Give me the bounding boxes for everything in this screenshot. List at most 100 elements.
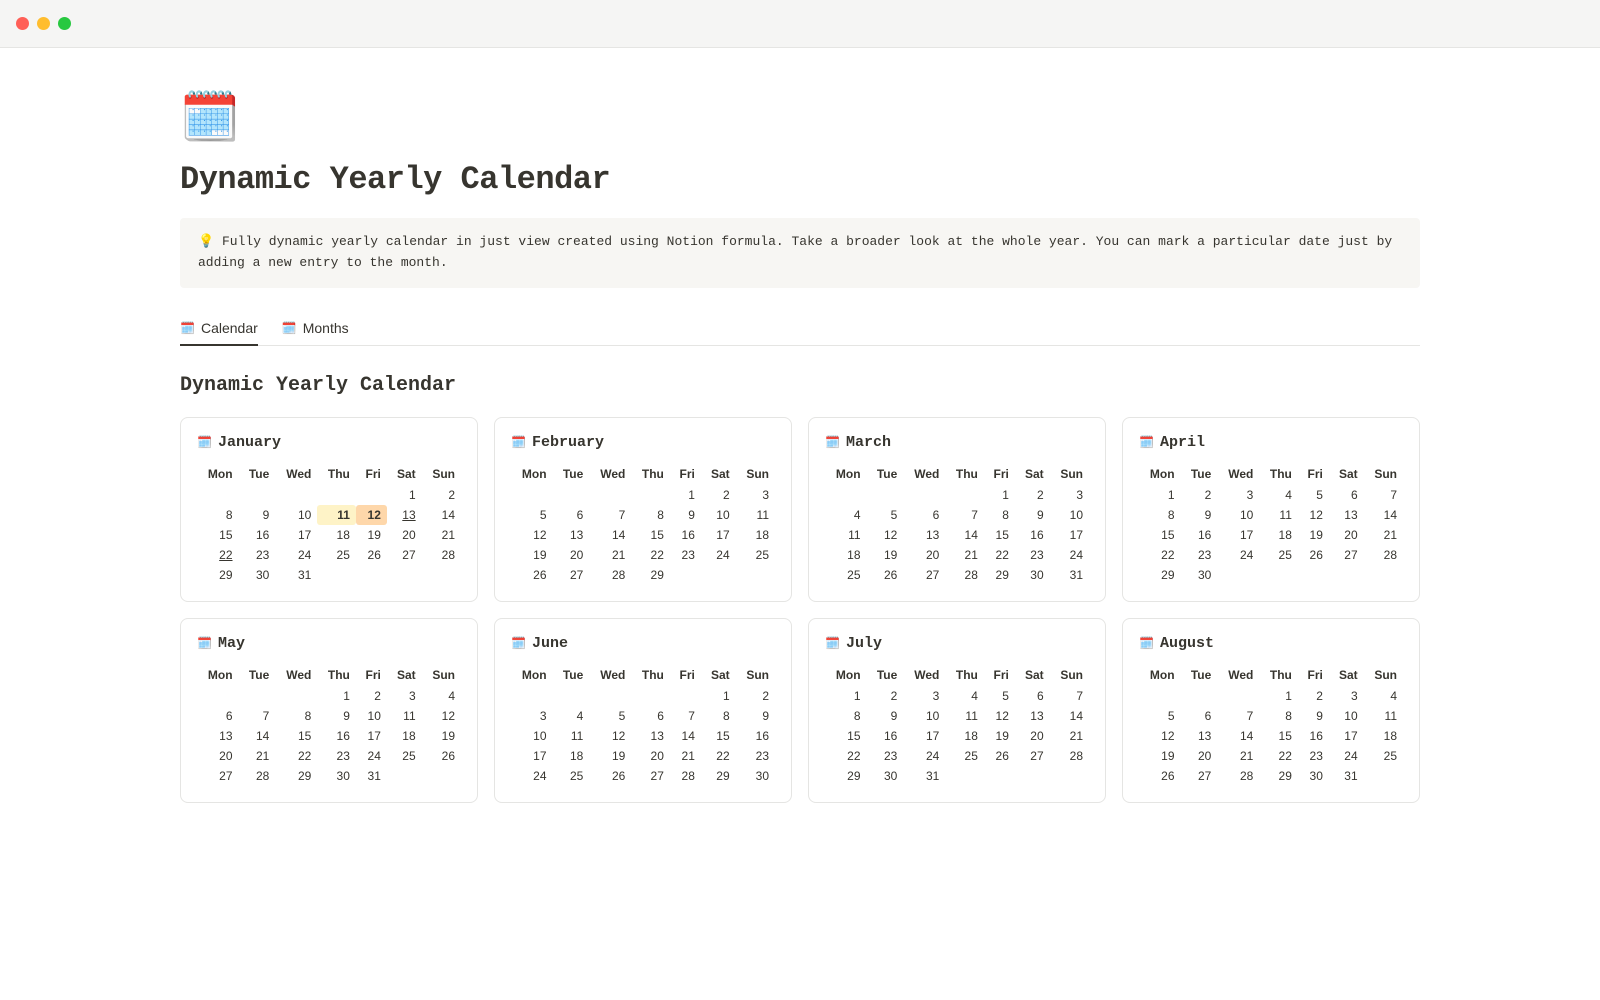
day-cell[interactable]: 10 [1050, 505, 1089, 525]
day-cell[interactable]: 7 [239, 706, 276, 726]
day-cell[interactable]: 1 [1139, 485, 1181, 505]
day-cell[interactable]: 17 [701, 525, 736, 545]
day-cell[interactable]: 18 [1364, 726, 1403, 746]
day-cell[interactable]: 12 [356, 505, 387, 525]
day-cell[interactable]: 30 [1298, 766, 1329, 786]
day-cell[interactable]: 5 [1298, 485, 1329, 505]
tab-months[interactable]: 🗓️ Months [282, 312, 349, 346]
day-cell[interactable]: 11 [317, 505, 356, 525]
day-cell[interactable]: 18 [945, 726, 984, 746]
tab-calendar[interactable]: 🗓️ Calendar [180, 312, 258, 346]
day-cell[interactable]: 9 [1181, 505, 1218, 525]
day-cell[interactable]: 11 [945, 706, 984, 726]
day-cell[interactable]: 9 [1298, 706, 1329, 726]
day-cell[interactable]: 12 [984, 706, 1015, 726]
day-cell[interactable]: 9 [239, 505, 276, 525]
day-cell[interactable]: 21 [670, 746, 701, 766]
day-cell[interactable]: 13 [1329, 505, 1364, 525]
day-cell[interactable]: 20 [553, 545, 590, 565]
day-cell[interactable]: 26 [511, 565, 553, 585]
day-cell[interactable]: 14 [239, 726, 276, 746]
day-cell[interactable]: 30 [317, 766, 356, 786]
day-cell[interactable]: 12 [422, 706, 461, 726]
day-cell[interactable]: 30 [867, 766, 904, 786]
day-cell[interactable]: 15 [1139, 525, 1181, 545]
day-cell[interactable]: 23 [670, 545, 701, 565]
day-cell[interactable]: 28 [945, 565, 984, 585]
day-cell[interactable]: 26 [867, 565, 904, 585]
day-cell[interactable]: 23 [1015, 545, 1050, 565]
day-cell[interactable]: 23 [239, 545, 276, 565]
day-cell[interactable]: 3 [903, 686, 945, 706]
day-cell[interactable]: 2 [356, 686, 387, 706]
day-cell[interactable]: 29 [1139, 565, 1181, 585]
day-cell[interactable]: 7 [670, 706, 701, 726]
day-cell[interactable]: 19 [511, 545, 553, 565]
day-cell[interactable]: 31 [903, 766, 945, 786]
day-cell[interactable]: 10 [275, 505, 317, 525]
day-cell[interactable]: 13 [1015, 706, 1050, 726]
day-cell[interactable]: 14 [945, 525, 984, 545]
day-cell[interactable]: 18 [387, 726, 422, 746]
day-cell[interactable]: 8 [1259, 706, 1298, 726]
day-cell[interactable]: 25 [1364, 746, 1403, 766]
day-cell[interactable]: 27 [1015, 746, 1050, 766]
day-cell[interactable]: 2 [736, 686, 775, 706]
day-cell[interactable]: 26 [1139, 766, 1181, 786]
day-cell[interactable]: 14 [1217, 726, 1259, 746]
day-cell[interactable]: 7 [945, 505, 984, 525]
day-cell[interactable]: 28 [239, 766, 276, 786]
day-cell[interactable]: 8 [1139, 505, 1181, 525]
day-cell[interactable]: 12 [1298, 505, 1329, 525]
day-cell[interactable]: 12 [589, 726, 631, 746]
day-cell[interactable]: 13 [631, 726, 670, 746]
day-cell[interactable]: 24 [903, 746, 945, 766]
day-cell[interactable]: 27 [631, 766, 670, 786]
day-cell[interactable]: 28 [1050, 746, 1089, 766]
day-cell[interactable]: 5 [1139, 706, 1181, 726]
day-cell[interactable]: 18 [1259, 525, 1298, 545]
day-cell[interactable]: 29 [825, 766, 867, 786]
day-cell[interactable]: 20 [1329, 525, 1364, 545]
day-cell[interactable]: 18 [317, 525, 356, 545]
day-cell[interactable]: 30 [1181, 565, 1218, 585]
day-cell[interactable]: 22 [825, 746, 867, 766]
day-cell[interactable]: 7 [1217, 706, 1259, 726]
day-cell[interactable]: 17 [903, 726, 945, 746]
day-cell[interactable]: 16 [867, 726, 904, 746]
day-cell[interactable]: 16 [239, 525, 276, 545]
day-cell[interactable]: 31 [1329, 766, 1364, 786]
day-cell[interactable]: 6 [631, 706, 670, 726]
day-cell[interactable]: 9 [1015, 505, 1050, 525]
day-cell[interactable]: 27 [903, 565, 945, 585]
day-cell[interactable]: 21 [1217, 746, 1259, 766]
day-cell[interactable]: 13 [197, 726, 239, 746]
maximize-button[interactable] [58, 17, 71, 30]
day-cell[interactable]: 25 [553, 766, 590, 786]
day-cell[interactable]: 8 [631, 505, 670, 525]
day-cell[interactable]: 1 [701, 686, 736, 706]
day-cell[interactable]: 23 [317, 746, 356, 766]
day-cell[interactable]: 22 [275, 746, 317, 766]
day-cell[interactable]: 3 [511, 706, 553, 726]
day-cell[interactable]: 13 [1181, 726, 1218, 746]
day-cell[interactable]: 23 [867, 746, 904, 766]
day-cell[interactable]: 8 [701, 706, 736, 726]
day-cell[interactable]: 24 [1217, 545, 1259, 565]
day-cell[interactable]: 15 [631, 525, 670, 545]
day-cell[interactable]: 17 [275, 525, 317, 545]
day-cell[interactable]: 14 [1050, 706, 1089, 726]
day-cell[interactable]: 4 [422, 686, 461, 706]
day-cell[interactable]: 28 [422, 545, 461, 565]
day-cell[interactable]: 10 [701, 505, 736, 525]
day-cell[interactable]: 11 [553, 726, 590, 746]
day-cell[interactable]: 24 [1329, 746, 1364, 766]
day-cell[interactable]: 22 [197, 545, 239, 565]
day-cell[interactable]: 26 [422, 746, 461, 766]
day-cell[interactable]: 20 [631, 746, 670, 766]
day-cell[interactable]: 29 [275, 766, 317, 786]
day-cell[interactable]: 14 [589, 525, 631, 545]
day-cell[interactable]: 8 [275, 706, 317, 726]
day-cell[interactable]: 18 [825, 545, 867, 565]
day-cell[interactable]: 3 [1217, 485, 1259, 505]
